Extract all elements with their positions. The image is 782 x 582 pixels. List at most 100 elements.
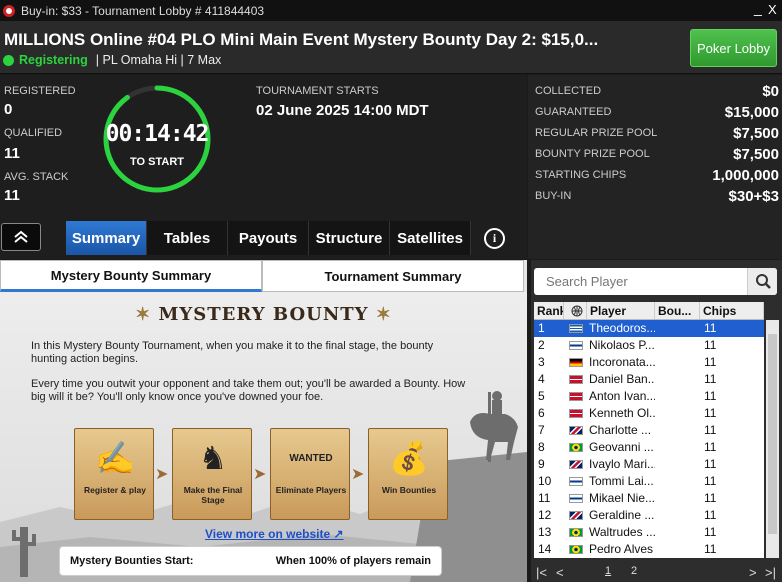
prize-row: REGULAR PRIZE POOL $7,500 <box>528 124 782 145</box>
player-bounty <box>655 337 700 354</box>
mystery-bounty-content: ✶ MYSTERY BOUNTY ✶ In this Mystery Bount… <box>0 292 527 582</box>
player-bounty <box>655 371 700 388</box>
step-label: Make the Final Stage <box>183 485 243 505</box>
last-page-icon[interactable]: >| <box>765 565 776 580</box>
flag-uk-icon <box>568 460 583 469</box>
col-rank[interactable]: Rank <box>534 302 564 319</box>
scrollbar-thumb[interactable] <box>768 334 777 534</box>
player-bounty <box>655 405 700 422</box>
app-icon <box>3 4 15 17</box>
tab-tables[interactable]: Tables <box>147 221 228 255</box>
col-chips[interactable]: Chips <box>700 302 764 319</box>
flag-uk-icon <box>568 426 583 435</box>
tab-payouts[interactable]: Payouts <box>228 221 309 255</box>
prev-page-icon[interactable]: < <box>556 565 564 580</box>
table-row[interactable]: 13 Waltrudes ... 11 <box>534 524 764 541</box>
flag-fi-icon <box>568 477 583 486</box>
col-player[interactable]: Player <box>587 302 655 319</box>
player-bounty <box>655 439 700 456</box>
table-row[interactable]: 1 Theodoros... 11 <box>534 320 764 337</box>
horse-rider-icon: ♞ <box>198 440 228 476</box>
tab-mystery-bounty-summary[interactable]: Mystery Bounty Summary <box>0 260 262 292</box>
wanted-poster-icon: WANTED <box>289 453 333 464</box>
search-button[interactable] <box>747 268 777 295</box>
flag-cell <box>564 541 587 558</box>
table-row[interactable]: 5 Anton Ivan... 11 <box>534 388 764 405</box>
flag-cell <box>564 388 587 405</box>
player-chips: 11 <box>704 491 717 505</box>
countdown-label: TO START <box>130 156 184 168</box>
players-scrollbar[interactable] <box>766 320 779 558</box>
table-row[interactable]: 14 Pedro Alves 11 <box>534 541 764 558</box>
step-label: Eliminate Players <box>275 485 347 495</box>
player-rank: 10 <box>538 474 552 488</box>
start-value: 02 June 2025 14:00 MDT <box>256 102 429 119</box>
countdown-clock: 00:14:42 TO START <box>102 84 212 194</box>
player-chips: 11 <box>704 474 717 488</box>
player-name: Kenneth Ol... <box>589 406 655 420</box>
player-chips: 11 <box>704 542 717 556</box>
flag-fi-icon <box>568 341 583 350</box>
table-row[interactable]: 4 Daniel Ban... 11 <box>534 371 764 388</box>
flag-gr-icon <box>568 324 583 333</box>
prize-value: $30+$3 <box>728 188 779 205</box>
step-label: Win Bounties <box>381 485 437 495</box>
document-pen-icon: ✍ <box>95 440 135 476</box>
player-name: Incoronata... <box>589 355 655 369</box>
avg-stack-label: AVG. STACK <box>4 171 69 183</box>
qualified-label: QUALIFIED <box>4 127 63 139</box>
player-chips: 11 <box>704 321 717 335</box>
prize-label: BOUNTY PRIZE POOL <box>535 148 650 160</box>
player-rank: 11 <box>538 491 551 505</box>
first-page-icon[interactable]: |< <box>536 565 547 580</box>
minimize-button[interactable]: _ <box>754 0 762 16</box>
table-row[interactable]: 7 Charlotte ... 11 <box>534 422 764 439</box>
lobby-tabs: Summary Tables Payouts Structure Satelli… <box>66 221 471 255</box>
flag-br-icon <box>568 528 583 537</box>
page-1-link[interactable]: 1 <box>605 565 611 577</box>
flag-cell <box>564 439 587 456</box>
flag-de-icon <box>568 358 583 367</box>
table-row[interactable]: 3 Incoronata... 11 <box>534 354 764 371</box>
players-panel: Rank Player Bou... Chips 1Theodoros...11… <box>531 260 782 582</box>
arrow-right-icon: ➤ <box>253 466 267 483</box>
countdown-time: 00:14:42 <box>105 121 210 147</box>
player-bounty <box>655 524 700 541</box>
table-row[interactable]: 12 Geraldine ... 11 <box>534 507 764 524</box>
close-button[interactable]: X <box>768 2 777 17</box>
tab-satellites[interactable]: Satellites <box>390 221 471 255</box>
tournament-info: REGISTERED 0 QUALIFIED 11 AVG. STACK 11 … <box>0 75 527 259</box>
view-more-link[interactable]: View more on website ↗ <box>205 527 344 541</box>
table-row[interactable]: 9 Ivaylo Mari... 11 <box>534 456 764 473</box>
tab-tournament-summary[interactable]: Tournament Summary <box>262 260 524 292</box>
flag-uk-icon <box>568 511 583 520</box>
page-2-link[interactable]: 2 <box>631 565 637 577</box>
player-name: Charlotte ... <box>589 423 652 437</box>
player-bounty <box>655 456 700 473</box>
prize-label: BUY-IN <box>535 190 572 202</box>
step-eliminate-card: WANTED Eliminate Players <box>270 428 350 520</box>
flag-cell <box>564 337 587 354</box>
sheriff-star-icon: ✶ <box>135 304 152 325</box>
collapse-button[interactable] <box>1 223 41 251</box>
search-input[interactable] <box>534 268 746 295</box>
table-row[interactable]: 2 Nikolaos P... 11 <box>534 337 764 354</box>
poker-lobby-button[interactable]: Poker Lobby <box>690 29 777 67</box>
tab-structure[interactable]: Structure <box>309 221 390 255</box>
table-row[interactable]: 11 Mikael Nie... 11 <box>534 490 764 507</box>
table-row[interactable]: 6 Kenneth Ol... 11 <box>534 405 764 422</box>
col-bounty[interactable]: Bou... <box>655 302 700 319</box>
table-row[interactable]: 8 Geovanni ... 11 <box>534 439 764 456</box>
player-name: Anton Ivan... <box>589 389 655 403</box>
status-badge: Registering <box>19 53 88 67</box>
table-row[interactable]: 10 Tommi Lai... 11 <box>534 473 764 490</box>
tab-summary[interactable]: Summary <box>66 221 147 255</box>
external-link-icon: ↗ <box>333 527 344 541</box>
next-page-icon[interactable]: > <box>749 565 757 580</box>
flag-fi-icon <box>568 494 583 503</box>
info-icon[interactable]: i <box>484 228 505 249</box>
player-rank: 9 <box>538 457 545 471</box>
flag-cell <box>564 422 587 439</box>
summary-panel: Mystery Bounty Summary Tournament Summar… <box>0 260 527 582</box>
globe-icon[interactable] <box>564 302 587 319</box>
